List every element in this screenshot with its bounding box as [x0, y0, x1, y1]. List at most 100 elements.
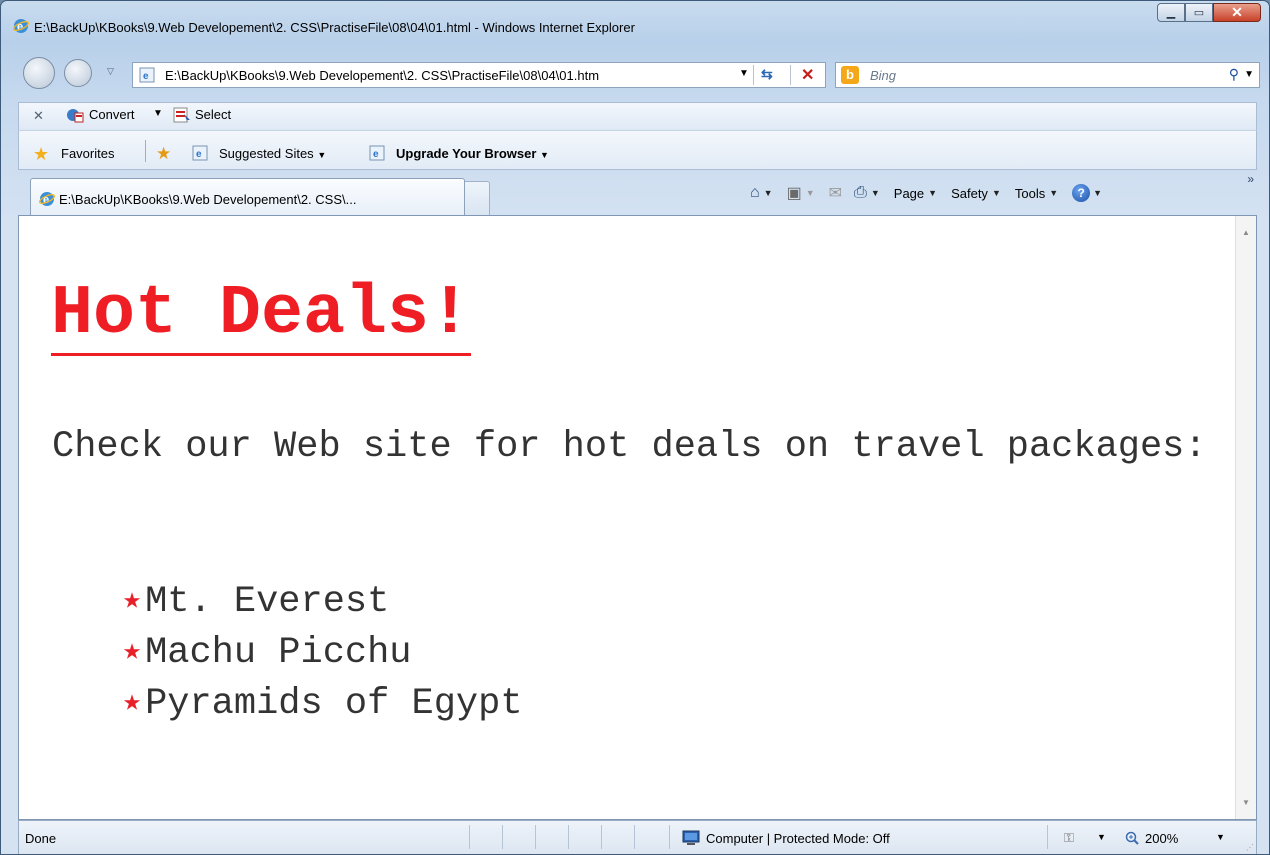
page-viewport: Hot Deals! Check our Web site for hot de…	[18, 215, 1257, 820]
scroll-down-icon[interactable]: ▼	[1242, 798, 1250, 807]
divider	[535, 825, 536, 849]
command-buttons: ⌂ ▼ ▣ ▼ ✉ ⎙ ▼ Page ▼ Safety ▼ Tools ▼ ? …	[750, 183, 1116, 203]
status-text: Done	[25, 831, 57, 846]
search-icon[interactable]: ⚲	[1229, 66, 1239, 83]
list-item: ★ Pyramids of Egypt	[123, 678, 523, 729]
refresh-icon[interactable]: ⇆	[761, 66, 773, 83]
deal-label: Mt. Everest	[145, 581, 390, 623]
page-icon: e	[139, 67, 155, 83]
suggested-sites-label: Suggested Sites	[219, 146, 314, 161]
star-bullet-icon: ★	[123, 686, 142, 720]
home-dropdown-icon[interactable]: ▼	[764, 188, 773, 198]
feeds-icon[interactable]: ▣	[787, 183, 802, 203]
deal-label: Machu Picchu	[145, 632, 412, 674]
svg-text:e: e	[373, 149, 379, 160]
zoom-dropdown-icon[interactable]: ▼	[1216, 832, 1225, 842]
chevron-down-icon: ▼	[540, 150, 549, 160]
address-input[interactable]: E:\BackUp\KBooks\9.Web Developement\2. C…	[165, 68, 599, 83]
divider	[502, 825, 503, 849]
status-bar: Done Computer | Protected Mode: Off ⚿ ▼ …	[18, 820, 1257, 854]
close-icon: ✕	[1231, 4, 1243, 20]
divider	[753, 65, 754, 85]
deal-label: Pyramids of Egypt	[145, 683, 523, 725]
print-icon[interactable]: ⎙	[854, 184, 867, 202]
divider	[469, 825, 470, 849]
feeds-dropdown-icon[interactable]: ▼	[806, 188, 815, 198]
recent-pages-dropdown-icon[interactable]: ▽	[107, 66, 114, 77]
search-input[interactable]: Bing	[870, 68, 896, 83]
ie-logo-icon: e	[39, 192, 55, 206]
home-icon[interactable]: ⌂	[750, 184, 760, 202]
star-bullet-icon: ★	[123, 584, 142, 618]
window-controls: ▁ ▭ ✕	[1157, 3, 1261, 22]
resize-grip-icon[interactable]: ⋰	[1246, 843, 1254, 852]
convert-toolbar: ✕ Convert ▼ Select	[18, 102, 1257, 130]
favorites-bar: ★ Favorites ★ e Suggested Sites ▼ e Upgr…	[18, 130, 1257, 170]
close-button[interactable]: ✕	[1213, 3, 1261, 22]
divider	[145, 140, 146, 162]
divider	[669, 825, 670, 849]
add-to-favorites-icon[interactable]: ★	[156, 144, 171, 164]
search-box[interactable]: b Bing ⚲ ▼	[835, 62, 1260, 88]
page-menu[interactable]: Page	[894, 186, 924, 201]
select-icon	[173, 107, 190, 123]
upgrade-browser-label: Upgrade Your Browser	[396, 146, 537, 161]
navigation-bar: ▽ e E:\BackUp\KBooks\9.Web Developement\…	[1, 57, 1269, 91]
page-heading: Hot Deals!	[51, 275, 472, 356]
suggested-sites-link[interactable]: Suggested Sites ▼	[219, 146, 326, 161]
minimize-button[interactable]: ▁	[1157, 3, 1185, 22]
favorites-button[interactable]: Favorites	[61, 146, 114, 161]
favorites-star-icon: ★	[33, 144, 50, 164]
search-options-dropdown-icon[interactable]: ▼	[1244, 69, 1254, 80]
security-zone[interactable]: Computer | Protected Mode: Off	[706, 831, 890, 846]
tools-menu[interactable]: Tools	[1015, 186, 1045, 201]
svg-text:e: e	[196, 149, 202, 160]
safety-dropdown-icon[interactable]: ▼	[992, 188, 1001, 198]
tab-current[interactable]: e E:\BackUp\KBooks\9.Web Developement\2.…	[30, 178, 465, 215]
stop-icon[interactable]: ✕	[801, 65, 814, 85]
convert-dropdown-icon[interactable]: ▼	[153, 108, 163, 119]
help-icon[interactable]: ?	[1072, 184, 1091, 202]
computer-zone-icon	[682, 830, 700, 845]
tools-dropdown-icon[interactable]: ▼	[1049, 188, 1058, 198]
protected-mode-dropdown-icon[interactable]: ▼	[1097, 832, 1106, 842]
maximize-icon: ▭	[1193, 7, 1205, 19]
read-mail-icon[interactable]: ✉	[829, 183, 842, 203]
chevron-more-icon[interactable]: »	[1247, 172, 1254, 186]
browser-window: e E:\BackUp\KBooks\9.Web Developement\2.…	[0, 0, 1270, 855]
divider	[790, 65, 791, 85]
tab-label: E:\BackUp\KBooks\9.Web Developement\2. C…	[59, 192, 357, 207]
help-dropdown-icon[interactable]: ▼	[1093, 188, 1102, 198]
address-dropdown-icon[interactable]: ▼	[739, 68, 749, 79]
ie-page-icon: e	[369, 145, 385, 161]
convert-icon	[67, 109, 84, 123]
safety-menu[interactable]: Safety	[951, 186, 988, 201]
vertical-scrollbar[interactable]: ▲ ▼	[1235, 216, 1256, 819]
page-dropdown-icon[interactable]: ▼	[928, 188, 937, 198]
divider	[568, 825, 569, 849]
chevron-down-icon: ▼	[317, 150, 327, 160]
divider	[601, 825, 602, 849]
page-intro-text: Check our Web site for hot deals on trav…	[52, 426, 1207, 468]
window-title: E:\BackUp\KBooks\9.Web Developement\2. C…	[34, 20, 635, 35]
select-button[interactable]: Select	[195, 107, 231, 122]
print-dropdown-icon[interactable]: ▼	[871, 188, 880, 198]
forward-button[interactable]	[64, 59, 92, 87]
title-bar[interactable]: e E:\BackUp\KBooks\9.Web Developement\2.…	[1, 1, 1269, 35]
deals-list: ★ Mt. Everest ★ Machu Picchu ★ Pyramids of …	[123, 576, 523, 729]
upgrade-browser-link[interactable]: Upgrade Your Browser ▼	[396, 146, 549, 161]
back-button[interactable]	[23, 57, 55, 89]
protected-mode-icon[interactable]: ⚿	[1064, 830, 1074, 846]
divider	[634, 825, 635, 849]
address-bar[interactable]: e E:\BackUp\KBooks\9.Web Developement\2.…	[132, 62, 826, 88]
convert-button[interactable]: Convert	[89, 107, 135, 122]
scroll-up-icon[interactable]: ▲	[1242, 228, 1250, 237]
list-item: ★ Machu Picchu	[123, 627, 523, 678]
ie-logo-icon: e	[13, 19, 29, 33]
star-bullet-icon: ★	[123, 635, 142, 669]
list-item: ★ Mt. Everest	[123, 576, 523, 627]
maximize-button[interactable]: ▭	[1185, 3, 1213, 22]
bing-logo-icon: b	[841, 66, 859, 84]
close-toolbar-icon[interactable]: ✕	[33, 108, 44, 124]
zoom-level-button[interactable]: 200%	[1145, 831, 1178, 846]
